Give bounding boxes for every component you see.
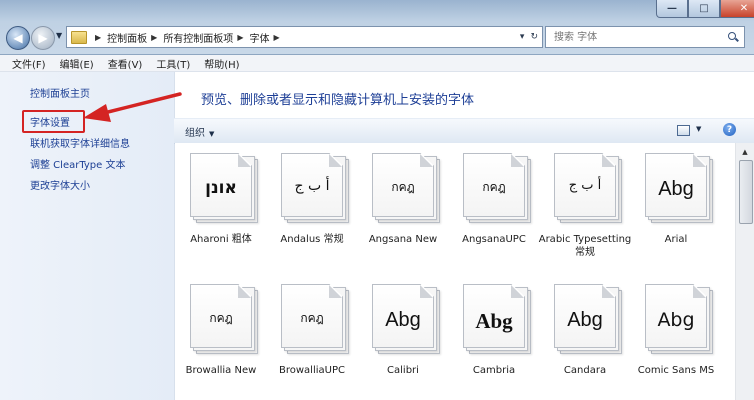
font-page-front: אונן (190, 153, 252, 217)
font-file-icon: أ ب ج (281, 153, 349, 223)
address-bar-actions: ▾ ↻ (520, 32, 542, 42)
menu-help[interactable]: 帮助(H) (197, 56, 246, 71)
font-file-icon: אונן (190, 153, 258, 223)
font-sample-text: أ ب ج (294, 178, 330, 194)
font-sample-text: Abg (385, 309, 421, 331)
font-page-front: Abg (372, 284, 434, 348)
chevron-right-icon[interactable]: ▶ (237, 33, 243, 42)
font-file-icon: Abg (463, 284, 531, 354)
organize-button[interactable]: 组织 ▼ (185, 124, 214, 139)
font-name: Arial (664, 234, 688, 245)
arrow-left-icon: ◀ (13, 31, 23, 45)
font-sample-text: กคฎ (391, 180, 415, 194)
menu-view[interactable]: 查看(V) (101, 56, 150, 71)
window-title-bar: — □ ✕ ◀ ▶ ▼ ▶ 控制面板 ▶ 所有控制面板项 ▶ 字体 ▶ ▾ ↻ (0, 0, 754, 55)
chevron-right-icon[interactable]: ▶ (273, 33, 279, 42)
forward-button[interactable]: ▶ (31, 26, 55, 50)
back-button[interactable]: ◀ (6, 26, 30, 50)
font-file-icon: กคฎ (281, 284, 349, 354)
control-panel-folder-icon (71, 30, 87, 44)
chevron-right-icon: ▶ (95, 32, 102, 42)
link-adjust-cleartype[interactable]: 调整 ClearType 文本 (30, 156, 125, 171)
font-sample-text: Abg (475, 309, 513, 333)
chevron-down-icon: ▼ (209, 130, 215, 138)
annotation-highlight-box (22, 110, 85, 133)
font-sample-text: אונן (205, 178, 237, 198)
font-file-icon: กคฎ (372, 153, 440, 223)
font-file-icon: Abg (554, 284, 622, 354)
font-name: Arabic Typesetting 常规 (538, 234, 632, 258)
font-page-front: Abg (554, 284, 616, 348)
font-file-icon: กคฎ (190, 284, 258, 354)
font-name: BrowalliaUPC (279, 365, 345, 376)
vertical-scrollbar[interactable]: ▲ (735, 143, 754, 400)
font-sample-text: กคฎ (209, 311, 233, 325)
maximize-button[interactable]: □ (688, 0, 720, 18)
font-file-icon: Abg (645, 284, 713, 354)
menu-bar: 文件(F) 编辑(E) 查看(V) 工具(T) 帮助(H) (0, 55, 754, 72)
breadcrumb-fonts[interactable]: 字体 (249, 30, 269, 45)
font-name: Comic Sans MS (637, 365, 715, 376)
font-file-icon: กคฎ (463, 153, 531, 223)
task-pane: 控制面板主页 字体设置 联机获取字体详细信息 调整 ClearType 文本 更… (0, 72, 175, 400)
command-bar: 组织 ▼ ▼ ? (174, 118, 754, 144)
font-sample-text: Abg (658, 178, 694, 200)
font-page-front: กคฎ (190, 284, 252, 348)
minimize-button[interactable]: — (656, 0, 688, 18)
page-title: 预览、删除或者显示和隐藏计算机上安装的字体 (201, 93, 475, 108)
breadcrumb-control-panel[interactable]: 控制面板 (107, 30, 147, 45)
font-name: AngsanaUPC (462, 234, 526, 245)
scrollbar-thumb[interactable] (739, 160, 753, 224)
font-page-front: أ ب ج (554, 153, 616, 217)
font-grid: אונן Aharoni 粗体 أ ب ج Andalus 常规 กคฎ Angsana … (175, 143, 735, 400)
link-get-font-info-online[interactable]: 联机获取字体详细信息 (30, 135, 130, 150)
refresh-icon[interactable]: ↻ (530, 32, 538, 42)
font-sample-text: กคฎ (300, 311, 324, 325)
font-name: Cambria (472, 365, 516, 376)
font-file-icon: Abg (372, 284, 440, 354)
font-name: Browallia New (185, 365, 257, 376)
chevron-right-icon[interactable]: ▶ (151, 33, 157, 42)
recent-pages-dropdown[interactable]: ▼ (56, 31, 62, 40)
view-options-dropdown[interactable]: ▼ (696, 125, 701, 133)
font-file-icon: أ ب ج (554, 153, 622, 223)
font-name: Andalus 常规 (280, 234, 344, 245)
link-control-panel-home[interactable]: 控制面板主页 (30, 85, 90, 100)
search-box[interactable] (545, 26, 745, 48)
menu-edit[interactable]: 编辑(E) (53, 56, 101, 71)
scroll-up-arrow-icon[interactable]: ▲ (738, 145, 752, 159)
font-sample-text: กคฎ (482, 180, 506, 194)
address-bar[interactable]: ▶ 控制面板 ▶ 所有控制面板项 ▶ 字体 ▶ ▾ ↻ (66, 26, 543, 48)
menu-file[interactable]: 文件(F) (0, 56, 53, 71)
help-icon[interactable]: ? (723, 123, 736, 136)
font-sample-text: Abg (657, 309, 695, 331)
font-name: Aharoni 粗体 (190, 234, 252, 245)
font-sample-text: أ ب ج (568, 178, 602, 193)
font-page-front: กคฎ (281, 284, 343, 348)
arrow-right-icon: ▶ (38, 31, 48, 45)
organize-label: 组织 (185, 128, 205, 139)
link-change-font-size[interactable]: 更改字体大小 (30, 177, 90, 192)
menu-tools[interactable]: 工具(T) (149, 56, 197, 71)
font-name: Angsana New (368, 234, 438, 245)
font-page-front: Abg (463, 284, 525, 348)
close-button[interactable]: ✕ (720, 0, 754, 18)
font-name: Calibri (387, 365, 419, 376)
font-name: Candara (563, 365, 607, 376)
change-view-icon[interactable] (677, 125, 690, 136)
window-controls: — □ ✕ (656, 0, 754, 18)
breadcrumb-all-control-panel-items[interactable]: 所有控制面板项 (163, 30, 233, 45)
chevron-down-icon: ▼ (56, 31, 63, 40)
search-input[interactable] (552, 30, 716, 44)
font-file-icon: Abg (645, 153, 713, 223)
font-page-front: Abg (645, 153, 707, 217)
address-dropdown-icon[interactable]: ▾ (520, 32, 525, 42)
font-sample-text: Abg (567, 309, 603, 331)
search-icon[interactable] (728, 32, 738, 42)
font-page-front: กคฎ (372, 153, 434, 217)
font-page-front: أ ب ج (281, 153, 343, 217)
font-page-front: กคฎ (463, 153, 525, 217)
font-page-front: Abg (645, 284, 707, 348)
